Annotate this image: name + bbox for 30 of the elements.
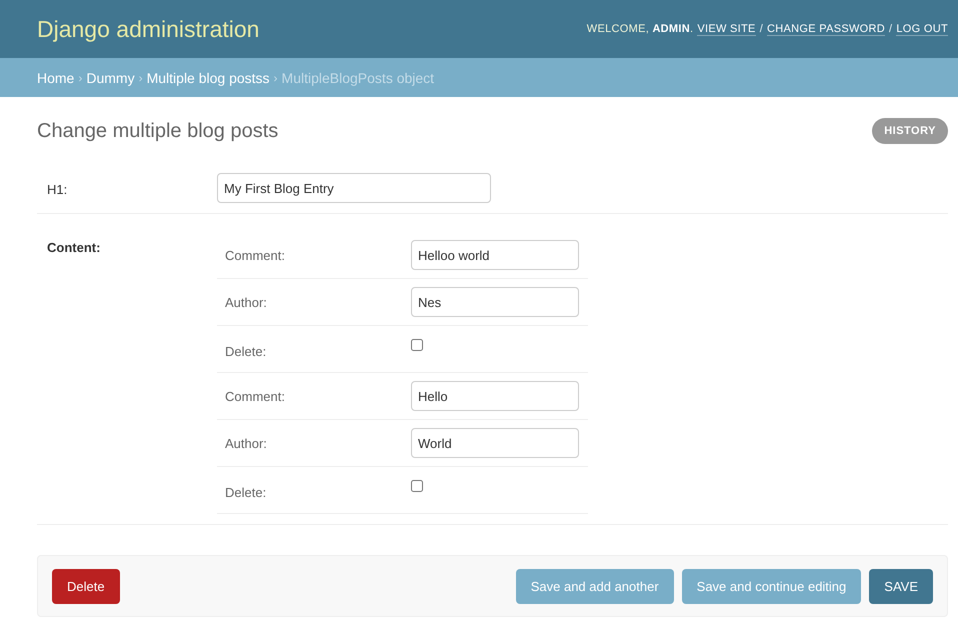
page-title: Change multiple blog posts: [37, 120, 278, 142]
field-label: H1:: [46, 181, 68, 197]
h1-input[interactable]: My First Blog Entry: [217, 173, 491, 203]
inline-label: Author:: [224, 436, 268, 450]
inline-label: Author:: [224, 294, 268, 310]
welcome-text: WELCOME, ADMIN.: [586, 23, 694, 35]
header-link[interactable]: LOG OUT: [896, 22, 948, 36]
breadcrumb-separator: ›: [78, 70, 82, 84]
breadcrumb-separator: ›: [274, 70, 278, 84]
history-button[interactable]: HISTORY: [872, 118, 948, 144]
breadcrumb-separator: ›: [138, 70, 143, 84]
inline-label: Comment:: [224, 248, 286, 262]
save-button[interactable]: SAVE: [869, 568, 933, 604]
inline-label: Delete:: [224, 484, 268, 500]
header-link[interactable]: CHANGE PASSWORD: [767, 22, 886, 36]
header-link[interactable]: VIEW SITE: [697, 22, 756, 36]
delete-button[interactable]: Delete: [52, 568, 120, 604]
site-title: Django administration: [37, 16, 260, 42]
delete-checkbox[interactable]: [411, 339, 423, 351]
inline-label: Comment:: [224, 388, 286, 404]
delete-checkbox[interactable]: [411, 480, 423, 492]
text-input[interactable]: World: [411, 428, 579, 458]
field-label: Content:: [46, 239, 102, 257]
text-input[interactable]: Nes: [411, 287, 579, 317]
breadcrumb-current: MultipleBlogPosts object: [282, 70, 434, 86]
separator: /: [760, 23, 764, 35]
inline-label: Delete:: [224, 343, 268, 359]
separator: /: [889, 23, 892, 35]
text-input[interactable]: Helloo world: [411, 240, 579, 270]
text-input[interactable]: Hello: [411, 381, 579, 411]
